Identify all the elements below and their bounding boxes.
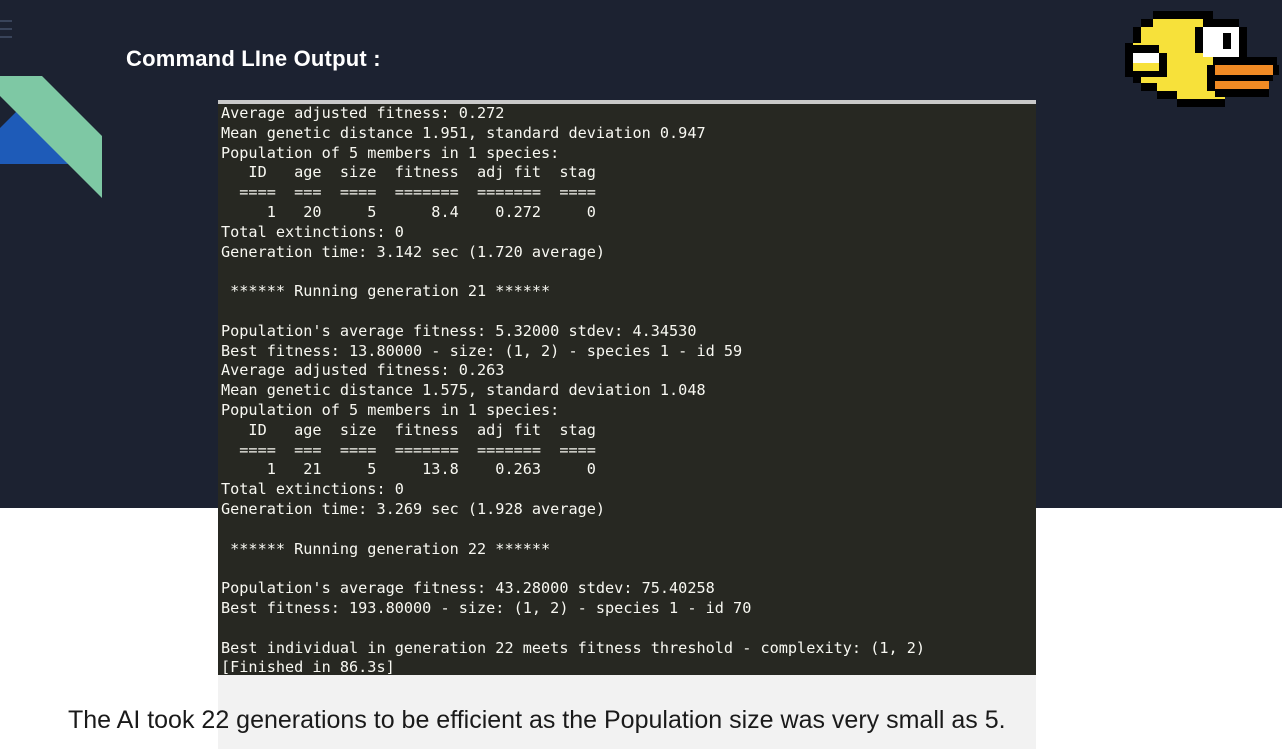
terminal-line: Generation time: 3.142 sec (1.720 averag…: [221, 242, 606, 261]
terminal-line: Average adjusted fitness: 0.263: [221, 361, 505, 380]
page-title: Command LIne Output :: [126, 46, 381, 71]
terminal-line: Population of 5 members in 1 species:: [221, 400, 560, 419]
terminal-line: ID age size fitness adj fit stag: [221, 163, 596, 182]
terminal-line: ==== === ==== ======= ======= ====: [221, 183, 596, 202]
terminal-line: Best fitness: 13.80000 - size: (1, 2) - …: [221, 341, 743, 360]
terminal-line: Best fitness: 193.80000 - size: (1, 2) -…: [221, 598, 752, 617]
terminal-line: ****** Running generation 22 ******: [221, 539, 551, 558]
terminal-line: 1 21 5 13.8 0.263 0: [221, 460, 596, 479]
terminal-line: ==== === ==== ======= ======= ====: [221, 440, 596, 459]
terminal-line: Mean genetic distance 1.575, standard de…: [221, 381, 706, 400]
terminal-line: Best individual in generation 22 meets f…: [221, 638, 926, 657]
slide-caption: The AI took 22 generations to be efficie…: [68, 706, 1006, 734]
terminal-line: Population of 5 members in 1 species:: [221, 143, 560, 162]
terminal-line: [Finished in 86.3s]: [221, 658, 395, 677]
terminal-output: Average adjusted fitness: 0.272 Mean gene…: [218, 104, 1036, 678]
terminal-line: Mean genetic distance 1.951, standard de…: [221, 123, 706, 142]
terminal-line: Total extinctions: 0: [221, 480, 404, 499]
terminal-line: 1 20 5 8.4 0.272 0: [221, 202, 596, 221]
terminal-line: Generation time: 3.269 sec (1.928 averag…: [221, 499, 606, 518]
menu-icon[interactable]: [0, 20, 12, 44]
terminal-line: Total extinctions: 0: [221, 222, 404, 241]
terminal-line: Population's average fitness: 43.28000 s…: [221, 579, 715, 598]
flappy-bird-icon: [1125, 11, 1279, 107]
decorative-ribbon: [0, 76, 102, 198]
terminal-line: Average adjusted fitness: 0.272: [221, 104, 505, 122]
terminal-line: ID age size fitness adj fit stag: [221, 420, 596, 439]
terminal-line: Population's average fitness: 5.32000 st…: [221, 321, 697, 340]
terminal-window[interactable]: Average adjusted fitness: 0.272 Mean gene…: [218, 100, 1036, 678]
terminal-line: ****** Running generation 21 ******: [221, 282, 551, 301]
